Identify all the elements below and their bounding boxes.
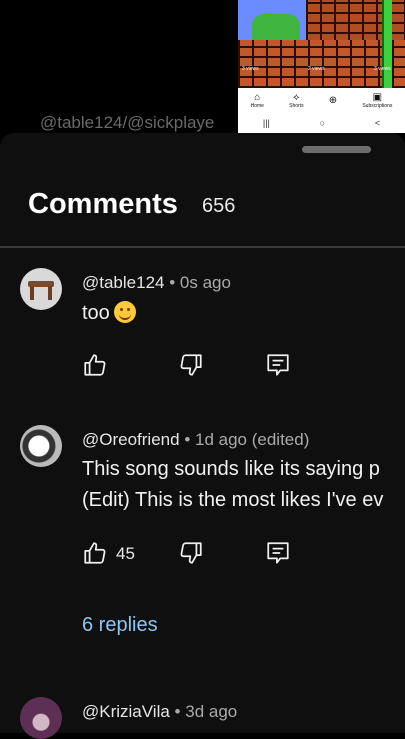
reply-button[interactable] (265, 352, 291, 378)
thumbs-up-icon (84, 354, 106, 376)
comment-time: 1d ago (edited) (195, 430, 310, 449)
thumbs-down-icon (180, 542, 202, 564)
header-divider (0, 246, 405, 248)
reply-icon (267, 354, 289, 376)
avatar[interactable] (20, 425, 62, 467)
comment-time: 0s ago (179, 273, 231, 292)
comment-text-line: This song sounds like its saying p (82, 458, 380, 480)
meta-separator: • (184, 430, 191, 449)
home-icon: ⌂ (254, 91, 261, 103)
nav-home[interactable]: ⌂ Home (251, 92, 264, 109)
thumbs-down-icon (180, 354, 202, 376)
shorts-icon: ⟡ (293, 91, 300, 103)
comment-author[interactable]: @Oreofriend (82, 430, 180, 449)
mini-bottom-nav: ⌂ Home ⟡ Shorts ⊕ ▣ Subscriptions (238, 88, 405, 112)
comment-author[interactable]: @table124 (82, 273, 165, 292)
comment-time: 3d ago (185, 702, 238, 721)
comments-count: 656 (202, 195, 236, 217)
plus-circle-icon: ⊕ (328, 94, 338, 106)
comment-meta: @KriziaVila • 3d ago (82, 702, 237, 722)
views-label: 2 views (308, 66, 325, 72)
comment-text: too (82, 301, 136, 325)
dislike-button[interactable] (178, 540, 204, 566)
back-icon[interactable]: < (375, 118, 380, 128)
nav-shorts[interactable]: ⟡ Shorts (289, 92, 303, 109)
comment-meta: @Oreofriend • 1d ago (edited) (82, 430, 309, 450)
nav-create[interactable]: ⊕ (329, 95, 337, 106)
dislike-button[interactable] (178, 352, 204, 378)
nav-subscriptions[interactable]: ▣ Subscriptions (362, 92, 392, 109)
views-label: 3 views (374, 66, 391, 72)
mini-player-preview[interactable]: 3 views 2 views 3 views ⌂ Home ⟡ Shorts ⊕ … (238, 0, 405, 133)
home-button-icon[interactable]: ○ (320, 118, 325, 128)
meta-separator: • (174, 702, 181, 721)
thumbs-up-icon (84, 542, 106, 564)
comment-meta: @table124 • 0s ago (82, 273, 231, 293)
comment-author[interactable]: @KriziaVila (82, 702, 170, 721)
comment-text-line: (Edit) This is the most likes I've ev (82, 489, 384, 511)
avatar[interactable] (20, 697, 62, 739)
view-replies-link[interactable]: 6 replies (82, 614, 158, 637)
system-nav-bar: ||| ○ < (238, 112, 405, 133)
subscriptions-icon: ▣ (372, 91, 383, 103)
video-caption: @table124/@sickplaye (40, 113, 215, 132)
like-button[interactable] (82, 540, 108, 566)
reply-button[interactable] (265, 540, 291, 566)
like-button[interactable] (82, 352, 108, 378)
comments-title: Comments (28, 188, 178, 220)
drag-handle[interactable] (302, 146, 371, 153)
recents-icon[interactable]: ||| (263, 118, 270, 128)
views-label: 3 views (242, 66, 259, 72)
like-count: 45 (116, 544, 135, 563)
avatar[interactable] (20, 268, 62, 310)
meta-separator: • (169, 273, 176, 292)
game-thumbnail: 3 views 2 views 3 views (238, 0, 405, 88)
reply-icon (267, 542, 289, 564)
smile-emoji-icon (113, 301, 136, 323)
